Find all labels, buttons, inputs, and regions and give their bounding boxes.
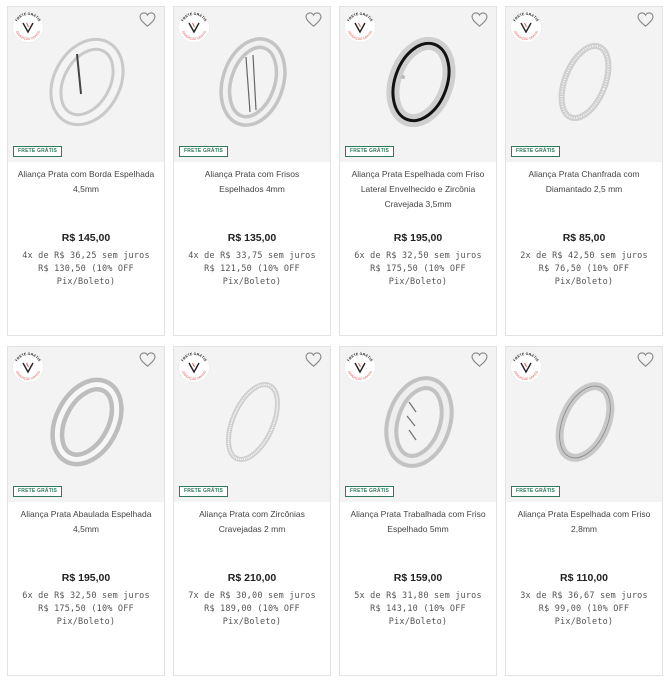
favorite-heart-icon[interactable] [305, 12, 322, 27]
installments-text: 4x de R$ 36,25 sem juros [22, 251, 150, 261]
free-shipping-badge: FRETE GRÁTIS [511, 146, 561, 157]
free-shipping-badge: FRETE GRÁTIS [13, 146, 63, 157]
installments-text: 6x de R$ 32,50 sem juros [354, 251, 482, 261]
ring-product-image[interactable] [369, 372, 469, 472]
product-image-area[interactable]: FRETE GRÁTIS GRAVAÇÃO GRÁTIS FRETE GRÁTI… [506, 7, 662, 162]
ring-product-image[interactable] [369, 32, 469, 132]
installments-info: 7x de R$ 30,00 sem juros R$ 189,00 (10% … [180, 590, 324, 629]
product-price: R$ 145,00 [61, 232, 111, 244]
product-price: R$ 85,00 [562, 232, 606, 244]
product-image-area[interactable]: FRETE GRÁTIS GRAVAÇÃO GRÁTIS FRETE GRÁTI… [8, 347, 164, 502]
product-name[interactable]: Aliança Prata Trabalhada com Friso Espel… [348, 507, 488, 555]
product-name[interactable]: Aliança Prata com Zircônias Cravejadas 2… [182, 507, 322, 555]
product-image-area[interactable]: FRETE GRÁTIS GRAVAÇÃO GRÁTIS FRETE GRÁTI… [174, 7, 330, 162]
favorite-heart-icon[interactable] [139, 352, 156, 367]
product-name[interactable]: Aliança Prata Chanfrada com Diamantado 2… [514, 167, 654, 215]
favorite-heart-icon[interactable] [471, 12, 488, 27]
product-card[interactable]: FRETE GRÁTIS GRAVAÇÃO GRÁTIS FRETE GRÁTI… [7, 6, 165, 336]
product-name[interactable]: Aliança Prata com Frisos Espelhados 4mm [182, 167, 322, 215]
installments-info: 6x de R$ 32,50 sem juros R$ 175,50 (10% … [14, 590, 158, 629]
pix-discount-text: R$ 130,50 (10% OFF Pix/Boleto) [38, 264, 134, 287]
product-price: R$ 195,00 [393, 232, 443, 244]
product-card[interactable]: FRETE GRÁTIS GRAVAÇÃO GRÁTIS FRETE GRÁTI… [505, 346, 663, 676]
pix-discount-text: R$ 121,50 (10% OFF Pix/Boleto) [204, 264, 300, 287]
product-grid: FRETE GRÁTIS GRAVAÇÃO GRÁTIS FRETE GRÁTI… [0, 0, 667, 680]
installments-text: 4x de R$ 33,75 sem juros [188, 251, 316, 261]
installments-text: 3x de R$ 36,67 sem juros [520, 591, 648, 601]
product-card[interactable]: FRETE GRÁTIS GRAVAÇÃO GRÁTIS FRETE GRÁTI… [173, 346, 331, 676]
installments-text: 2x de R$ 42,50 sem juros [520, 251, 648, 261]
installments-info: 4x de R$ 33,75 sem juros R$ 121,50 (10% … [180, 250, 324, 289]
ring-product-image[interactable] [535, 32, 635, 132]
favorite-heart-icon[interactable] [305, 352, 322, 367]
product-card[interactable]: FRETE GRÁTIS GRAVAÇÃO GRÁTIS FRETE GRÁTI… [339, 6, 497, 336]
free-shipping-badge: FRETE GRÁTIS [13, 486, 63, 497]
pix-discount-text: R$ 99,00 (10% OFF Pix/Boleto) [538, 604, 630, 627]
product-card[interactable]: FRETE GRÁTIS GRAVAÇÃO GRÁTIS FRETE GRÁTI… [173, 6, 331, 336]
product-price: R$ 135,00 [227, 232, 277, 244]
product-price: R$ 110,00 [560, 572, 608, 584]
pix-discount-text: R$ 175,50 (10% OFF Pix/Boleto) [370, 264, 466, 287]
product-price: R$ 159,00 [393, 572, 443, 584]
product-card[interactable]: FRETE GRÁTIS GRAVAÇÃO GRÁTIS FRETE GRÁTI… [339, 346, 497, 676]
ring-product-image[interactable] [37, 372, 137, 472]
installments-info: 6x de R$ 32,50 sem juros R$ 175,50 (10% … [346, 250, 490, 289]
ring-product-image[interactable] [203, 32, 303, 132]
product-name[interactable]: Aliança Prata Abaulada Espelhada 4,5mm [16, 507, 156, 555]
product-name[interactable]: Aliança Prata Espelhada com Friso 2,8mm [514, 507, 654, 555]
pix-discount-text: R$ 175,50 (10% OFF Pix/Boleto) [38, 604, 134, 627]
free-shipping-badge: FRETE GRÁTIS [345, 146, 395, 157]
product-image-area[interactable]: FRETE GRÁTIS GRAVAÇÃO GRÁTIS FRETE GRÁTI… [8, 7, 164, 162]
favorite-heart-icon[interactable] [139, 12, 156, 27]
installments-text: 7x de R$ 30,00 sem juros [188, 591, 316, 601]
installments-text: 5x de R$ 31,80 sem juros [354, 591, 482, 601]
pix-discount-text: R$ 189,00 (10% OFF Pix/Boleto) [204, 604, 300, 627]
ring-product-image[interactable] [535, 372, 635, 472]
product-image-area[interactable]: FRETE GRÁTIS GRAVAÇÃO GRÁTIS FRETE GRÁTI… [506, 347, 662, 502]
installments-info: 5x de R$ 31,80 sem juros R$ 143,10 (10% … [346, 590, 490, 629]
free-shipping-badge: FRETE GRÁTIS [345, 486, 395, 497]
installments-info: 2x de R$ 42,50 sem juros R$ 76,50 (10% O… [512, 250, 656, 289]
installments-text: 6x de R$ 32,50 sem juros [22, 591, 150, 601]
favorite-heart-icon[interactable] [637, 352, 654, 367]
free-shipping-badge: FRETE GRÁTIS [179, 486, 229, 497]
pix-discount-text: R$ 76,50 (10% OFF Pix/Boleto) [538, 264, 630, 287]
product-price: R$ 210,00 [227, 572, 277, 584]
installments-info: 3x de R$ 36,67 sem juros R$ 99,00 (10% O… [512, 590, 656, 629]
free-shipping-badge: FRETE GRÁTIS [511, 486, 561, 497]
ring-product-image[interactable] [203, 372, 303, 472]
product-name[interactable]: Aliança Prata com Borda Espelhada 4,5mm [16, 167, 156, 215]
product-price: R$ 195,00 [61, 572, 111, 584]
product-image-area[interactable]: FRETE GRÁTIS GRAVAÇÃO GRÁTIS FRETE GRÁTI… [174, 347, 330, 502]
product-card[interactable]: FRETE GRÁTIS GRAVAÇÃO GRÁTIS FRETE GRÁTI… [505, 6, 663, 336]
favorite-heart-icon[interactable] [637, 12, 654, 27]
free-shipping-badge: FRETE GRÁTIS [179, 146, 229, 157]
ring-product-image[interactable] [37, 32, 137, 132]
installments-info: 4x de R$ 36,25 sem juros R$ 130,50 (10% … [14, 250, 158, 289]
product-card[interactable]: FRETE GRÁTIS GRAVAÇÃO GRÁTIS FRETE GRÁTI… [7, 346, 165, 676]
product-name[interactable]: Aliança Prata Espelhada com Friso Latera… [348, 167, 488, 215]
product-image-area[interactable]: FRETE GRÁTIS GRAVAÇÃO GRÁTIS FRETE GRÁTI… [340, 347, 496, 502]
pix-discount-text: R$ 143,10 (10% OFF Pix/Boleto) [370, 604, 466, 627]
product-image-area[interactable]: FRETE GRÁTIS GRAVAÇÃO GRÁTIS FRETE GRÁTI… [340, 7, 496, 162]
favorite-heart-icon[interactable] [471, 352, 488, 367]
